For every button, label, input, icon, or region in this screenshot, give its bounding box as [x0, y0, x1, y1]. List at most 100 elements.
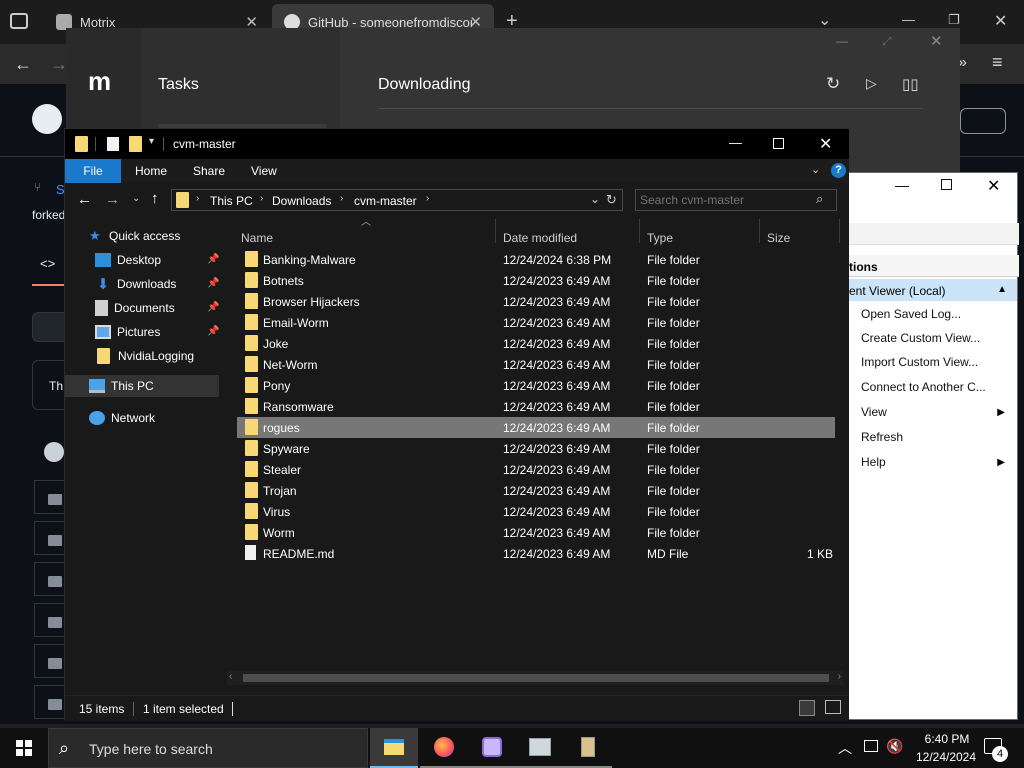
nav-nvidialogging[interactable]: NvidiaLogging	[97, 345, 194, 367]
table-row[interactable]: Spyware 12/24/2023 6:49 AM File folder	[237, 438, 835, 459]
refresh-item[interactable]: Refresh	[861, 430, 903, 444]
maximize-icon[interactable]	[941, 179, 952, 190]
back-icon[interactable]: ←	[77, 191, 92, 208]
pin-icon[interactable]: 📌	[207, 254, 219, 265]
tab-list-icon[interactable]: ⌄	[818, 10, 831, 30]
github-logo-icon[interactable]	[32, 104, 62, 134]
address-dropdown-icon[interactable]: ⌄	[590, 192, 600, 206]
tab-view[interactable]: View	[251, 164, 277, 178]
minimize-icon[interactable]: —	[836, 34, 848, 48]
tab-share[interactable]: Share	[193, 164, 225, 178]
refresh-icon[interactable]: ↻	[826, 74, 840, 94]
large-icons-view-icon[interactable]	[825, 700, 841, 714]
expand-ribbon-icon[interactable]: ⌄	[811, 163, 820, 176]
pin-icon[interactable]: 📌	[207, 278, 219, 289]
tab-file[interactable]: File	[65, 159, 121, 183]
tab-actions-icon[interactable]	[10, 13, 28, 29]
table-row[interactable]: Trojan 12/24/2023 6:49 AM File folder	[237, 480, 835, 501]
breadcrumb-this-pc[interactable]: This PC	[210, 194, 253, 208]
table-row[interactable]: Virus 12/24/2023 6:49 AM File folder	[237, 501, 835, 522]
column-separator[interactable]	[495, 219, 496, 243]
table-row[interactable]: Stealer 12/24/2023 6:49 AM File folder	[237, 459, 835, 480]
column-header-type[interactable]: Type	[647, 231, 673, 245]
column-separator[interactable]	[759, 219, 760, 243]
taskbar-search[interactable]: ⌕ Type here to search	[48, 728, 368, 768]
scrollbar-thumb[interactable]	[243, 674, 829, 682]
create-custom-view-item[interactable]: Create Custom View...	[861, 331, 980, 345]
nav-pictures[interactable]: Pictures	[95, 321, 160, 343]
back-icon[interactable]: ←	[14, 54, 32, 75]
breadcrumb-cvm-master[interactable]: cvm-master	[354, 194, 417, 208]
close-icon[interactable]: ✕	[819, 134, 832, 154]
table-row[interactable]: Worm 12/24/2023 6:49 AM File folder	[237, 522, 835, 543]
maximize-icon[interactable]	[773, 138, 784, 149]
nav-documents[interactable]: Documents	[95, 297, 175, 319]
nav-network[interactable]: Network	[89, 407, 155, 429]
code-icon[interactable]: <>	[40, 256, 55, 271]
volume-muted-icon[interactable]: 🔇	[886, 738, 903, 755]
minimize-icon[interactable]: —	[729, 135, 742, 150]
table-row[interactable]: Email-Worm 12/24/2023 6:49 AM File folder	[237, 312, 835, 333]
qat-dropdown-icon[interactable]: ▾	[149, 136, 154, 147]
table-row[interactable]: README.md 12/24/2023 6:49 AM MD File 1 KB	[237, 543, 835, 564]
recent-locations-icon[interactable]: ⌄	[132, 193, 140, 204]
table-row[interactable]: Joke 12/24/2023 6:49 AM File folder	[237, 333, 835, 354]
nav-quick-access[interactable]: ★ Quick access	[89, 225, 180, 247]
forward-icon[interactable]: →	[105, 191, 120, 208]
gh-branch-button[interactable]	[32, 312, 66, 342]
minimize-icon[interactable]: —	[895, 177, 909, 193]
start-button[interactable]	[0, 728, 48, 768]
close-icon[interactable]: ✕	[994, 11, 1007, 31]
column-separator[interactable]	[639, 219, 640, 243]
table-row[interactable]: Botnets 12/24/2023 6:49 AM File folder	[237, 270, 835, 291]
help-item[interactable]: Help	[861, 455, 886, 469]
up-icon[interactable]: ↑	[151, 190, 159, 207]
refresh-icon[interactable]: ↻	[606, 192, 617, 208]
close-icon[interactable]: ✕	[930, 32, 943, 50]
column-header-date[interactable]: Date modified	[503, 231, 577, 245]
table-row[interactable]: Ransomware 12/24/2023 6:49 AM File folder	[237, 396, 835, 417]
menu-icon[interactable]: ≡	[992, 52, 1003, 73]
taskbar-file-explorer[interactable]	[370, 728, 418, 768]
column-separator[interactable]	[839, 219, 840, 243]
maximize-icon[interactable]: ⤢	[882, 34, 892, 49]
taskbar-date[interactable]: 12/24/2024	[908, 750, 984, 764]
horizontal-scrollbar[interactable]: ‹ ›	[227, 671, 843, 685]
table-row-selected[interactable]: rogues 12/24/2023 6:49 AM File folder	[237, 417, 835, 438]
new-folder-icon[interactable]	[129, 136, 142, 152]
play-icon[interactable]: ▷	[866, 75, 877, 92]
table-row[interactable]: Browser Hijackers 12/24/2023 6:49 AM File …	[237, 291, 835, 312]
column-header-name[interactable]: Name	[241, 231, 273, 245]
address-bar[interactable]: › This PC › Downloads › cvm-master › ⌄ ↻	[171, 189, 623, 211]
table-row[interactable]: Pony 12/24/2023 6:49 AM File folder	[237, 375, 835, 396]
taskbar-app-4[interactable]	[516, 728, 564, 768]
nav-this-pc[interactable]: This PC	[89, 375, 154, 397]
table-row[interactable]: Banking-Malware 12/24/2024 6:38 PM File fo…	[237, 249, 835, 270]
minimize-icon[interactable]: —	[902, 12, 915, 27]
import-custom-view-item[interactable]: Import Custom View...	[861, 355, 978, 369]
column-header-size[interactable]: Size	[767, 231, 790, 245]
search-input[interactable]	[640, 192, 810, 208]
tab-home[interactable]: Home	[135, 164, 167, 178]
view-item[interactable]: View	[861, 405, 887, 419]
open-saved-log-item[interactable]: Open Saved Log...	[861, 307, 961, 321]
taskbar-app-3[interactable]	[468, 728, 516, 768]
breadcrumb-downloads[interactable]: Downloads	[272, 194, 331, 208]
show-hidden-icons-icon[interactable]: ︿	[838, 738, 852, 758]
collapse-icon[interactable]: ▲	[997, 284, 1007, 295]
help-icon[interactable]: ?	[831, 163, 846, 178]
close-icon[interactable]: ✕	[987, 176, 1000, 196]
table-row[interactable]: Net-Worm 12/24/2023 6:49 AM File folder	[237, 354, 835, 375]
taskbar-firefox[interactable]	[420, 728, 468, 768]
scroll-left-icon[interactable]: ‹	[229, 671, 232, 682]
nav-desktop[interactable]: Desktop	[95, 249, 161, 271]
connect-item[interactable]: Connect to Another C...	[861, 380, 986, 394]
nav-downloads[interactable]: ⬇ Downloads	[95, 273, 177, 295]
search-box[interactable]: ⌕	[635, 189, 837, 211]
pin-icon[interactable]: 📌	[207, 326, 219, 337]
restore-icon[interactable]: ❐	[948, 12, 960, 28]
taskbar-app-5[interactable]	[564, 728, 612, 768]
pin-icon[interactable]: 📌	[207, 302, 219, 313]
taskbar-time[interactable]: 6:40 PM	[916, 732, 978, 746]
properties-icon[interactable]	[107, 137, 119, 151]
